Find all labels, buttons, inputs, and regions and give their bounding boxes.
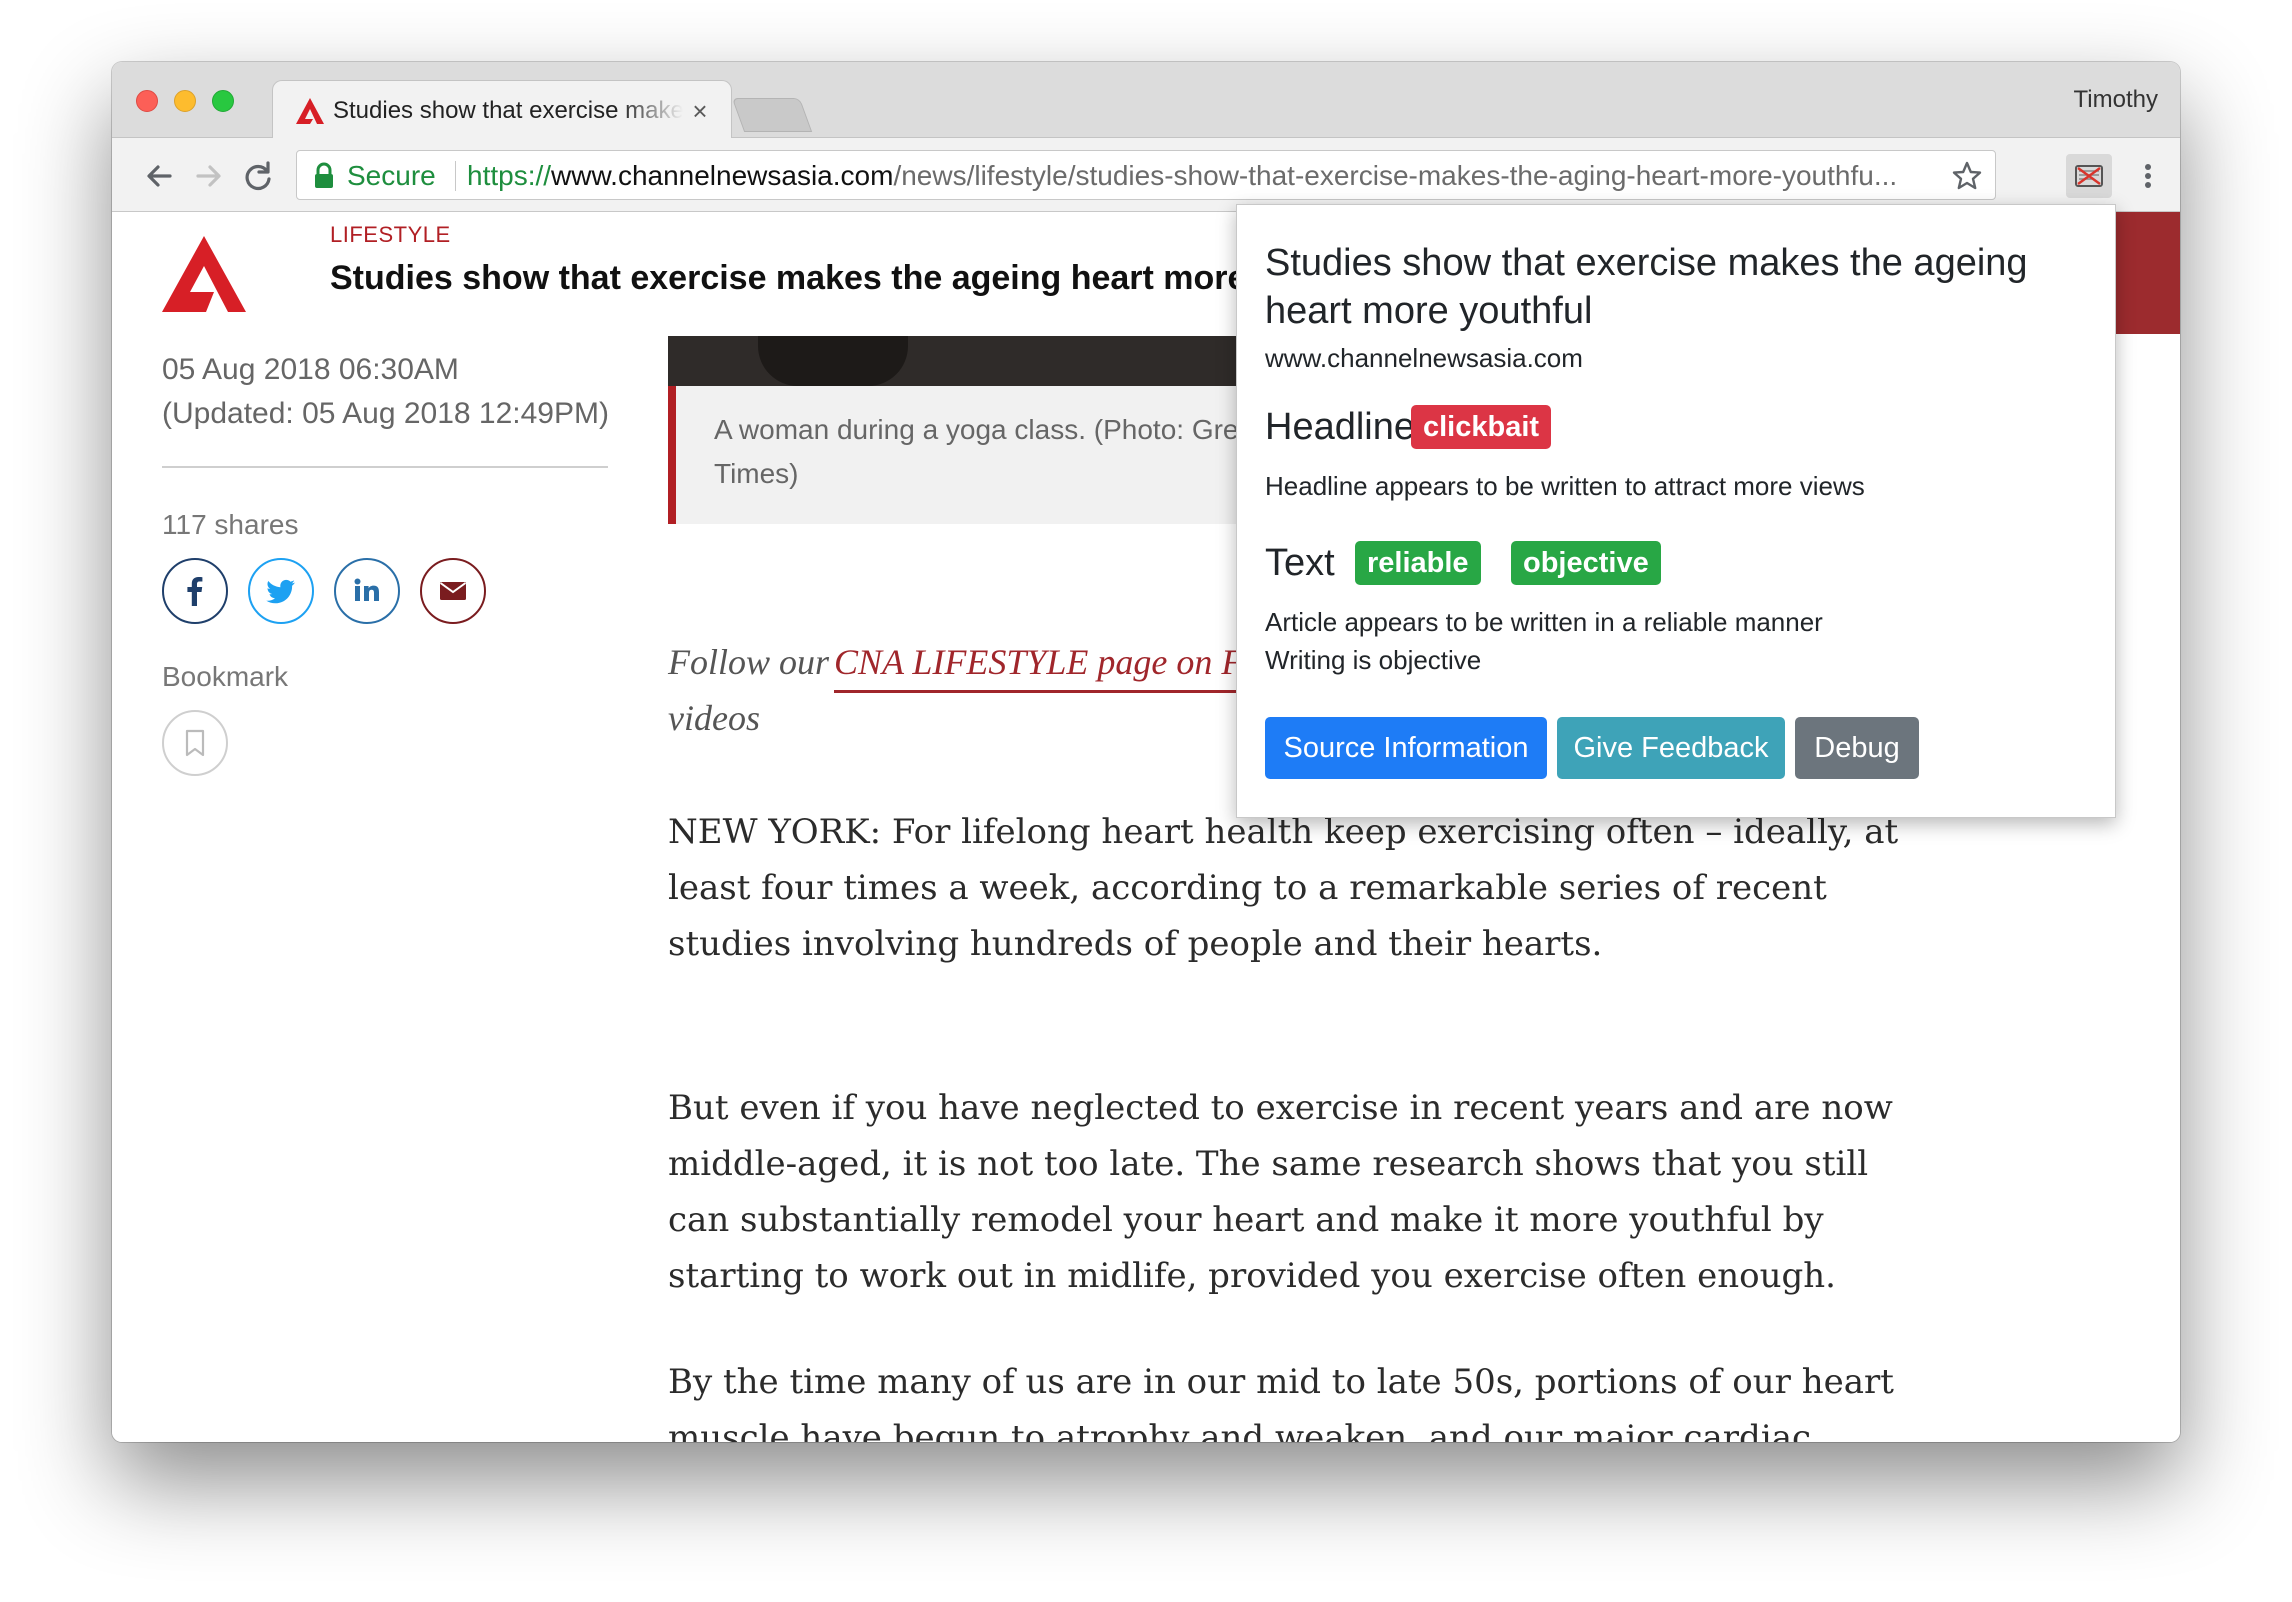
linkedin-icon: [354, 578, 379, 601]
popup-title: Studies show that exercise makes the age…: [1265, 242, 2028, 332]
address-bar[interactable]: Secure https://www.channelnewsasia.com/n…: [296, 150, 1996, 200]
minimize-window-button[interactable]: [174, 90, 196, 112]
new-tab-button[interactable]: [731, 98, 813, 132]
star-icon[interactable]: [1951, 160, 1983, 192]
linkedin-share-button[interactable]: [334, 558, 400, 624]
article-paragraph: NEW YORK: For lifelong heart health keep…: [668, 812, 1899, 964]
meta-divider: [162, 466, 608, 468]
menu-icon[interactable]: [2134, 154, 2162, 198]
url-path: /news/lifestyle/studies-show-that-exerci…: [893, 160, 1898, 191]
caption-text: A woman during a yoga class. (Photo: Gre…: [714, 414, 1270, 489]
profile-name[interactable]: Timothy: [2074, 84, 2158, 116]
twitter-icon: [266, 579, 295, 604]
facebook-icon: [187, 577, 203, 606]
bookmark-label: Bookmark: [162, 661, 289, 692]
url-scheme: https://: [467, 160, 552, 191]
reload-icon[interactable]: [236, 154, 280, 198]
article-paragraph: But even if you have neglected to exerci…: [668, 1088, 1893, 1296]
article-headline: Studies show that exercise makes the age…: [330, 259, 1370, 297]
text-description-reliable: Article appears to be written in a relia…: [1265, 607, 1823, 637]
close-window-button[interactable]: [136, 90, 158, 112]
tab-active[interactable]: Studies show that exercise makes the age…: [272, 80, 732, 140]
extension-popup: Studies show that exercise makes the age…: [1236, 204, 2116, 818]
cna-lifestyle-link[interactable]: CNA LIFESTYLE page on Fa: [834, 634, 1262, 693]
zoom-window-button[interactable]: [212, 90, 234, 112]
source-information-button[interactable]: Source Information: [1265, 717, 1547, 779]
headline-description: Headline appears to be written to attrac…: [1265, 471, 1865, 501]
updated-date: (Updated: 05 Aug 2018 12:49PM): [162, 397, 609, 430]
screenshot-stage: Studies show that exercise makes the age…: [0, 0, 2292, 1602]
text-section-label: Text: [1265, 542, 1335, 584]
forward-arrow-icon[interactable]: [186, 154, 230, 198]
headline-section-label: Headline: [1265, 406, 1415, 448]
email-icon: [439, 582, 467, 600]
follow-suffix: videos: [668, 698, 760, 738]
extension-icon[interactable]: [2066, 154, 2112, 198]
site-favicon-icon: [295, 97, 325, 125]
tab-close-icon[interactable]: ×: [687, 95, 713, 127]
text-description-objective: Writing is objective: [1265, 645, 1482, 675]
lock-icon[interactable]: [313, 162, 335, 190]
url-domain: www.channelnewsasia.com: [551, 160, 894, 191]
tab-title: Studies show that exercise makes the age…: [333, 97, 683, 124]
clickbait-badge: clickbait: [1411, 405, 1552, 449]
reliable-badge: reliable: [1355, 541, 1481, 585]
facebook-share-button[interactable]: [162, 558, 228, 624]
bookmark-icon: [185, 729, 205, 757]
tab-strip: Studies show that exercise makes the age…: [112, 62, 2180, 140]
give-feedback-button[interactable]: Give Feedback: [1557, 717, 1785, 779]
email-share-button[interactable]: [420, 558, 486, 624]
article-section-label[interactable]: LIFESTYLE: [330, 222, 451, 248]
popup-domain: www.channelnewsasia.com: [1265, 343, 1583, 373]
shares-count: 117 shares: [162, 509, 299, 540]
browser-toolbar: Secure https://www.channelnewsasia.com/n…: [112, 138, 2180, 212]
url-text[interactable]: https://www.channelnewsasia.com/news/lif…: [467, 160, 1907, 192]
twitter-share-button[interactable]: [248, 558, 314, 624]
omnibox-divider: [455, 161, 456, 191]
back-arrow-icon[interactable]: [138, 154, 182, 198]
secure-label[interactable]: Secure: [347, 160, 436, 192]
publish-date: 05 Aug 2018 06:30AM: [162, 353, 459, 386]
objective-badge: objective: [1511, 541, 1661, 585]
browser-window: Studies show that exercise makes the age…: [112, 62, 2180, 1442]
header-red-band: [2112, 212, 2180, 334]
bookmark-button[interactable]: [162, 710, 228, 776]
article-paragraph: By the time many of us are in our mid to…: [668, 1362, 1894, 1442]
article-dates: 05 Aug 2018 06:30AM (Updated: 05 Aug 201…: [162, 348, 682, 436]
cna-logo[interactable]: [160, 234, 248, 314]
debug-button[interactable]: Debug: [1795, 717, 1919, 779]
